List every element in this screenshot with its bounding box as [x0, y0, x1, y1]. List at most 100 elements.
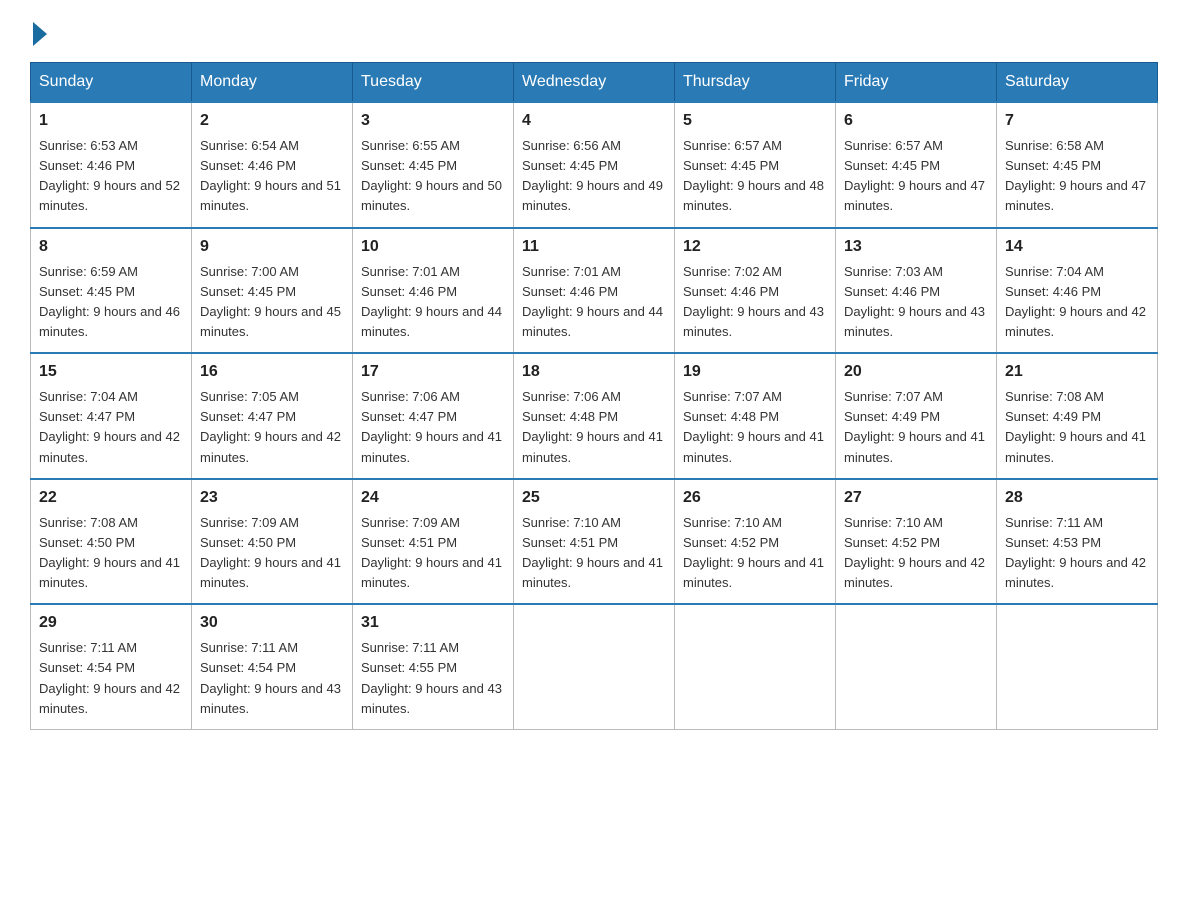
- day-number: 31: [361, 611, 505, 635]
- day-number: 29: [39, 611, 183, 635]
- day-number: 11: [522, 235, 666, 259]
- empty-cell: [836, 604, 997, 729]
- empty-cell: [675, 604, 836, 729]
- day-info: Sunrise: 6:59 AMSunset: 4:45 PMDaylight:…: [39, 264, 180, 339]
- week-row-2: 8 Sunrise: 6:59 AMSunset: 4:45 PMDaylight…: [31, 228, 1158, 354]
- day-number: 8: [39, 235, 183, 259]
- day-number: 5: [683, 109, 827, 133]
- day-number: 24: [361, 486, 505, 510]
- day-info: Sunrise: 7:03 AMSunset: 4:46 PMDaylight:…: [844, 264, 985, 339]
- day-info: Sunrise: 7:11 AMSunset: 4:53 PMDaylight:…: [1005, 515, 1146, 590]
- day-info: Sunrise: 7:07 AMSunset: 4:49 PMDaylight:…: [844, 389, 985, 464]
- column-header-monday: Monday: [192, 63, 353, 103]
- day-cell-29: 29 Sunrise: 7:11 AMSunset: 4:54 PMDayligh…: [31, 604, 192, 729]
- column-header-wednesday: Wednesday: [514, 63, 675, 103]
- day-cell-13: 13 Sunrise: 7:03 AMSunset: 4:46 PMDayligh…: [836, 228, 997, 354]
- day-cell-20: 20 Sunrise: 7:07 AMSunset: 4:49 PMDayligh…: [836, 353, 997, 479]
- day-cell-25: 25 Sunrise: 7:10 AMSunset: 4:51 PMDayligh…: [514, 479, 675, 605]
- day-info: Sunrise: 7:10 AMSunset: 4:51 PMDaylight:…: [522, 515, 663, 590]
- day-cell-30: 30 Sunrise: 7:11 AMSunset: 4:54 PMDayligh…: [192, 604, 353, 729]
- day-number: 7: [1005, 109, 1149, 133]
- column-header-sunday: Sunday: [31, 63, 192, 103]
- day-cell-6: 6Sunrise: 6:57 AMSunset: 4:45 PMDaylight…: [836, 102, 997, 228]
- page-header: [30, 20, 1158, 42]
- day-number: 19: [683, 360, 827, 384]
- day-cell-5: 5 Sunrise: 6:57 AMSunset: 4:45 PMDaylight…: [675, 102, 836, 228]
- day-info: Sunrise: 6:53 AMSunset: 4:46 PMDaylight:…: [39, 138, 180, 213]
- day-info: Sunrise: 7:08 AMSunset: 4:50 PMDaylight:…: [39, 515, 180, 590]
- day-info: Sunrise: 7:01 AMSunset: 4:46 PMDaylight:…: [361, 264, 502, 339]
- day-info: Sunrise: 7:10 AMSunset: 4:52 PMDaylight:…: [844, 515, 985, 590]
- day-number: 15: [39, 360, 183, 384]
- day-info: Sunrise: 6:55 AMSunset: 4:45 PMDaylight:…: [361, 138, 502, 213]
- day-info: Sunrise: 7:04 AMSunset: 4:46 PMDaylight:…: [1005, 264, 1146, 339]
- column-header-friday: Friday: [836, 63, 997, 103]
- day-number: 16: [200, 360, 344, 384]
- day-info: Sunrise: 6:57 AMSunset: 4:45 PMDaylight:…: [683, 138, 824, 213]
- column-header-tuesday: Tuesday: [353, 63, 514, 103]
- day-cell-28: 28 Sunrise: 7:11 AMSunset: 4:53 PMDayligh…: [997, 479, 1158, 605]
- day-info: Sunrise: 7:02 AMSunset: 4:46 PMDaylight:…: [683, 264, 824, 339]
- day-cell-31: 31 Sunrise: 7:11 AMSunset: 4:55 PMDayligh…: [353, 604, 514, 729]
- day-info: Sunrise: 7:05 AMSunset: 4:47 PMDaylight:…: [200, 389, 341, 464]
- column-header-thursday: Thursday: [675, 63, 836, 103]
- day-info: Sunrise: 7:09 AMSunset: 4:50 PMDaylight:…: [200, 515, 341, 590]
- column-header-saturday: Saturday: [997, 63, 1158, 103]
- day-number: 13: [844, 235, 988, 259]
- day-info: Sunrise: 6:57 AMSunset: 4:45 PMDaylight:…: [844, 138, 985, 213]
- day-number: 30: [200, 611, 344, 635]
- day-info: Sunrise: 7:00 AMSunset: 4:45 PMDaylight:…: [200, 264, 341, 339]
- day-number: 28: [1005, 486, 1149, 510]
- day-number: 2: [200, 109, 344, 133]
- day-info: Sunrise: 7:09 AMSunset: 4:51 PMDaylight:…: [361, 515, 502, 590]
- day-cell-22: 22 Sunrise: 7:08 AMSunset: 4:50 PMDayligh…: [31, 479, 192, 605]
- logo-arrow-icon: [33, 22, 47, 46]
- day-info: Sunrise: 7:08 AMSunset: 4:49 PMDaylight:…: [1005, 389, 1146, 464]
- week-row-3: 15 Sunrise: 7:04 AMSunset: 4:47 PMDayligh…: [31, 353, 1158, 479]
- day-number: 9: [200, 235, 344, 259]
- day-cell-9: 9 Sunrise: 7:00 AMSunset: 4:45 PMDaylight…: [192, 228, 353, 354]
- day-info: Sunrise: 7:04 AMSunset: 4:47 PMDaylight:…: [39, 389, 180, 464]
- day-info: Sunrise: 7:11 AMSunset: 4:54 PMDaylight:…: [39, 640, 180, 715]
- day-cell-15: 15 Sunrise: 7:04 AMSunset: 4:47 PMDayligh…: [31, 353, 192, 479]
- day-number: 25: [522, 486, 666, 510]
- day-number: 12: [683, 235, 827, 259]
- day-info: Sunrise: 6:56 AMSunset: 4:45 PMDaylight:…: [522, 138, 663, 213]
- day-number: 10: [361, 235, 505, 259]
- day-number: 22: [39, 486, 183, 510]
- day-number: 21: [1005, 360, 1149, 384]
- day-cell-1: 1Sunrise: 6:53 AMSunset: 4:46 PMDaylight…: [31, 102, 192, 228]
- day-cell-24: 24 Sunrise: 7:09 AMSunset: 4:51 PMDayligh…: [353, 479, 514, 605]
- day-info: Sunrise: 6:54 AMSunset: 4:46 PMDaylight:…: [200, 138, 341, 213]
- empty-cell: [514, 604, 675, 729]
- day-cell-17: 17 Sunrise: 7:06 AMSunset: 4:47 PMDayligh…: [353, 353, 514, 479]
- day-info: Sunrise: 7:06 AMSunset: 4:47 PMDaylight:…: [361, 389, 502, 464]
- day-number: 20: [844, 360, 988, 384]
- day-info: Sunrise: 7:11 AMSunset: 4:55 PMDaylight:…: [361, 640, 502, 715]
- day-info: Sunrise: 7:11 AMSunset: 4:54 PMDaylight:…: [200, 640, 341, 715]
- day-number: 14: [1005, 235, 1149, 259]
- day-info: Sunrise: 7:07 AMSunset: 4:48 PMDaylight:…: [683, 389, 824, 464]
- day-cell-7: 7 Sunrise: 6:58 AMSunset: 4:45 PMDaylight…: [997, 102, 1158, 228]
- day-cell-2: 2 Sunrise: 6:54 AMSunset: 4:46 PMDaylight…: [192, 102, 353, 228]
- day-number: 26: [683, 486, 827, 510]
- day-cell-10: 10 Sunrise: 7:01 AMSunset: 4:46 PMDayligh…: [353, 228, 514, 354]
- day-number: 17: [361, 360, 505, 384]
- day-cell-3: 3 Sunrise: 6:55 AMSunset: 4:45 PMDaylight…: [353, 102, 514, 228]
- calendar-table: SundayMondayTuesdayWednesdayThursdayFrid…: [30, 62, 1158, 730]
- day-cell-14: 14 Sunrise: 7:04 AMSunset: 4:46 PMDayligh…: [997, 228, 1158, 354]
- day-number: 18: [522, 360, 666, 384]
- logo: [30, 20, 47, 42]
- day-number: 23: [200, 486, 344, 510]
- day-info: Sunrise: 6:58 AMSunset: 4:45 PMDaylight:…: [1005, 138, 1146, 213]
- day-cell-18: 18 Sunrise: 7:06 AMSunset: 4:48 PMDayligh…: [514, 353, 675, 479]
- day-number: 27: [844, 486, 988, 510]
- day-info: Sunrise: 7:10 AMSunset: 4:52 PMDaylight:…: [683, 515, 824, 590]
- day-cell-21: 21 Sunrise: 7:08 AMSunset: 4:49 PMDayligh…: [997, 353, 1158, 479]
- day-cell-26: 26 Sunrise: 7:10 AMSunset: 4:52 PMDayligh…: [675, 479, 836, 605]
- day-cell-23: 23 Sunrise: 7:09 AMSunset: 4:50 PMDayligh…: [192, 479, 353, 605]
- day-number: 3: [361, 109, 505, 133]
- week-row-5: 29 Sunrise: 7:11 AMSunset: 4:54 PMDayligh…: [31, 604, 1158, 729]
- day-cell-4: 4Sunrise: 6:56 AMSunset: 4:45 PMDaylight…: [514, 102, 675, 228]
- day-info: Sunrise: 7:06 AMSunset: 4:48 PMDaylight:…: [522, 389, 663, 464]
